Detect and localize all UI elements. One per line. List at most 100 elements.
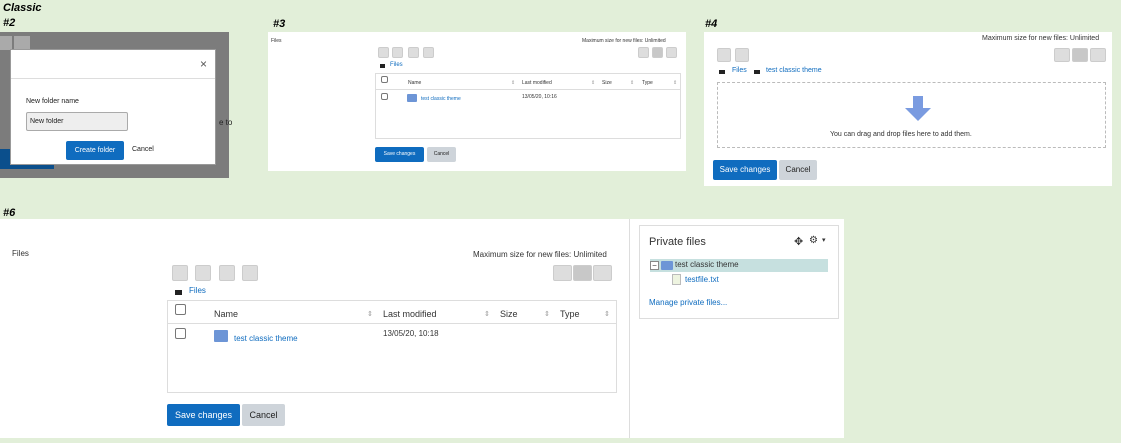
sort-icon[interactable]: ⇕: [604, 310, 610, 318]
panel-6-label: #6: [3, 207, 16, 219]
header-type[interactable]: Type: [560, 309, 580, 319]
row-checkbox[interactable]: [381, 93, 388, 100]
breadcrumb-files-link[interactable]: Files: [732, 67, 747, 74]
close-icon[interactable]: ×: [200, 57, 207, 71]
max-size-text: Maximum size for new files: Unlimited: [473, 250, 607, 259]
create-folder-icon[interactable]: [195, 265, 211, 281]
backdrop-toolbar-btn: [14, 36, 30, 50]
files-section-title: Files: [12, 249, 29, 258]
grid-view-icon[interactable]: [1054, 48, 1070, 62]
save-changes-button[interactable]: Save changes: [167, 404, 240, 426]
panel-2-label: #2: [3, 17, 16, 29]
header-name[interactable]: Name: [214, 309, 238, 319]
list-view-icon[interactable]: [652, 47, 663, 58]
grid-view-icon[interactable]: [638, 47, 649, 58]
breadcrumb-folder-icon: [175, 290, 182, 295]
row-checkbox[interactable]: [175, 328, 186, 339]
folder-name-input[interactable]: [26, 112, 128, 131]
folder-link[interactable]: test classic theme: [421, 96, 461, 102]
drop-zone[interactable]: You can drag and drop files here to add …: [717, 82, 1106, 148]
download-icon[interactable]: [408, 47, 419, 58]
header-name[interactable]: Name: [408, 80, 421, 86]
backdrop-text: e to: [219, 118, 233, 127]
files-section-title: Files: [271, 38, 282, 44]
panel-4-label: #4: [705, 18, 718, 30]
max-size-text: Maximum size for new files: Unlimited: [582, 38, 666, 44]
file-table: Name ⇕ Last modified ⇕ Size ⇕ Type ⇕ tes…: [167, 300, 617, 393]
header-divider: [376, 89, 680, 90]
private-files-title: Private files: [649, 236, 706, 248]
file-table: Name ⇕ Last modified ⇕ Size ⇕ Type ⇕ tes…: [375, 73, 681, 139]
modified-value: 13/05/20, 10:18: [383, 329, 439, 338]
drop-hint: You can drag and drop files here to add …: [830, 131, 972, 138]
header-size[interactable]: Size: [602, 80, 612, 86]
tree-toggle[interactable]: −: [650, 261, 659, 270]
folder-link[interactable]: test classic theme: [234, 334, 298, 343]
breadcrumb-folder-link[interactable]: test classic theme: [766, 67, 822, 74]
add-file-icon[interactable]: [378, 47, 389, 58]
tree-file-link[interactable]: testfile.txt: [685, 275, 719, 284]
download-icon[interactable]: [219, 265, 235, 281]
delete-icon[interactable]: [423, 47, 434, 58]
sort-icon[interactable]: ⇕: [630, 80, 634, 86]
select-all-checkbox[interactable]: [381, 76, 388, 83]
header-divider: [168, 323, 616, 324]
header-modified[interactable]: Last modified: [522, 80, 552, 86]
breadcrumb-folder-icon: [380, 64, 385, 68]
gear-icon[interactable]: ⚙: [809, 235, 818, 246]
sort-icon[interactable]: ⇕: [673, 80, 677, 86]
list-view-icon[interactable]: [1072, 48, 1088, 62]
tree-folder-row[interactable]: − test classic theme: [650, 259, 828, 272]
header-type[interactable]: Type: [642, 80, 653, 86]
grid-view-icon[interactable]: [553, 265, 572, 281]
chevron-down-icon[interactable]: ▾: [822, 236, 826, 244]
dialog-divider: [11, 78, 215, 79]
file-icon: [672, 274, 681, 285]
move-icon[interactable]: ✥: [794, 235, 803, 248]
header-modified[interactable]: Last modified: [383, 309, 437, 319]
tree-view-icon[interactable]: [666, 47, 677, 58]
sort-icon[interactable]: ⇕: [367, 310, 373, 318]
create-folder-icon[interactable]: [392, 47, 403, 58]
breadcrumb-folder-icon: [754, 70, 760, 74]
classic-label: Classic: [3, 2, 42, 14]
down-arrow-icon: [905, 96, 931, 121]
panel-6: Files Maximum size for new files: Unlimi…: [0, 219, 844, 438]
cancel-button[interactable]: Cancel: [427, 147, 456, 162]
breadcrumb-files-link[interactable]: Files: [390, 62, 403, 68]
tree-folder-label: test classic theme: [675, 260, 739, 269]
breadcrumb-folder-icon: [719, 70, 725, 74]
panel-4: Maximum size for new files: Unlimited Fi…: [704, 32, 1112, 186]
save-changes-button[interactable]: Save changes: [713, 160, 777, 180]
add-file-icon[interactable]: [172, 265, 188, 281]
tree-view-icon[interactable]: [1090, 48, 1106, 62]
dialog-backdrop: e to × New folder name Create folder Can…: [0, 32, 233, 178]
folder-name-label: New folder name: [26, 98, 79, 105]
cancel-button[interactable]: Cancel: [779, 160, 817, 180]
save-changes-button[interactable]: Save changes: [375, 147, 424, 162]
dialog-cancel-button[interactable]: Cancel: [132, 146, 154, 153]
tree-view-icon[interactable]: [593, 265, 612, 281]
delete-icon[interactable]: [242, 265, 258, 281]
cancel-button[interactable]: Cancel: [242, 404, 285, 426]
header-size[interactable]: Size: [500, 309, 518, 319]
folder-icon[interactable]: [407, 94, 417, 102]
manage-private-files-link[interactable]: Manage private files...: [649, 298, 727, 307]
breadcrumb-files-link[interactable]: Files: [189, 286, 206, 295]
sort-icon[interactable]: ⇕: [544, 310, 550, 318]
max-size-text: Maximum size for new files: Unlimited: [982, 35, 1100, 42]
list-view-icon[interactable]: [573, 265, 592, 281]
backdrop-toolbar-left: [0, 36, 12, 50]
modified-value: 13/05/20, 10:16: [522, 94, 557, 100]
create-folder-icon[interactable]: [735, 48, 749, 62]
create-folder-button[interactable]: Create folder: [66, 141, 124, 160]
add-file-icon[interactable]: [717, 48, 731, 62]
sort-icon[interactable]: ⇕: [484, 310, 490, 318]
select-all-checkbox[interactable]: [175, 304, 186, 315]
folder-icon[interactable]: [214, 330, 228, 342]
panel-3: Files Maximum size for new files: Unlimi…: [268, 32, 686, 171]
sort-icon[interactable]: ⇕: [511, 80, 515, 86]
panel-3-label: #3: [273, 18, 286, 30]
column-divider: [629, 219, 630, 438]
sort-icon[interactable]: ⇕: [591, 80, 595, 86]
